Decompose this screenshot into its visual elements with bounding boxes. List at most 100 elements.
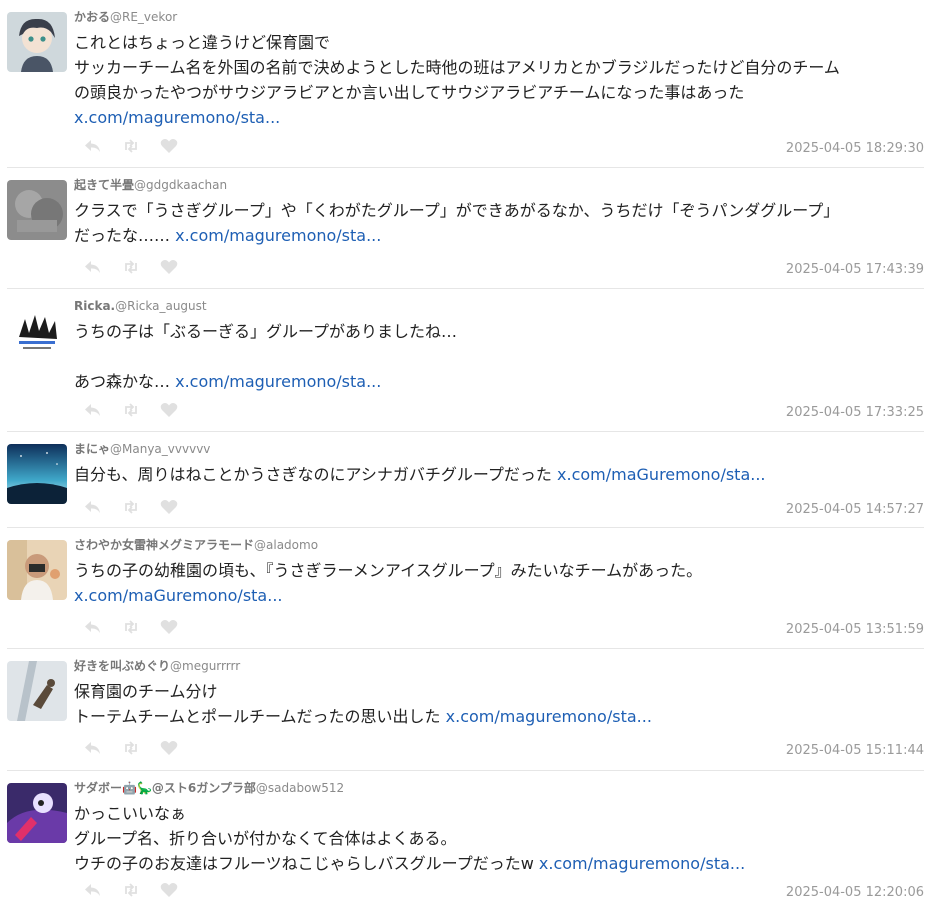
tweet-text-line: うちの子は「ぶるーぎる」グループがありましたね… (74, 322, 458, 341)
author-handle[interactable]: @Manya_vvvvvv (110, 442, 210, 456)
tweet-text-line: だったな…… (74, 226, 171, 245)
author-handle[interactable]: @megurrrrr (170, 659, 240, 673)
retweet-icon[interactable] (122, 499, 140, 515)
timestamp[interactable]: 2025-04-05 17:43:39 (786, 262, 924, 277)
tweet-header: 起きて半畳@gdgdkaachan (74, 177, 227, 193)
tweet-actions (84, 619, 178, 635)
heart-icon[interactable] (160, 499, 178, 515)
retweet-icon[interactable] (122, 740, 140, 756)
heart-icon[interactable] (160, 619, 178, 635)
tweet-actions (84, 499, 178, 515)
tweet-actions (84, 138, 178, 154)
tweet-item: 起きて半畳@gdgdkaachan クラスで「うさぎグループ」や「くわがたグルー… (7, 168, 924, 289)
avatar[interactable] (7, 12, 67, 72)
tweet-text-line: クラスで「うさぎグループ」や「くわがたグループ」ができあがるなか、うちだけ「ぞう… (74, 201, 840, 220)
tweet-text: うちの子は「ぶるーぎる」グループがありましたね… あつ森かな… x.com/ma… (74, 319, 924, 394)
author-handle[interactable]: @RE_vekor (110, 10, 177, 24)
timestamp[interactable]: 2025-04-05 17:33:25 (786, 405, 924, 420)
reply-icon[interactable] (84, 619, 102, 635)
tweet-text: 保育園のチーム分け トーテムチームとポールチームだったの思い出した x.com/… (74, 679, 924, 729)
avatar[interactable] (7, 783, 67, 843)
heart-icon[interactable] (160, 138, 178, 154)
tweet-text-line: かっこいいなぁ (74, 804, 187, 823)
tweet-text-line: 保育園のチーム分け (74, 682, 218, 701)
avatar[interactable] (7, 444, 67, 504)
author-name[interactable]: 好きを叫ぶめぐり (74, 659, 170, 673)
tweet-item: Ricka.@Ricka_august うちの子は「ぶるーぎる」グループがありま… (7, 289, 924, 432)
tweet-item: かおる@RE_vekor これとはちょっと違うけど保育園で サッカーチーム名を外… (7, 0, 924, 168)
reply-icon[interactable] (84, 402, 102, 418)
tweet-text-line: うちの子の幼稚園の頃も、『うさぎラーメンアイスグループ』みたいなチームがあった。 (74, 561, 703, 580)
author-handle[interactable]: @Ricka_august (115, 299, 207, 313)
tweet-link[interactable]: x.com/maguremono/sta... (539, 854, 745, 873)
avatar[interactable] (7, 180, 67, 240)
tweet-link[interactable]: x.com/maguremono/sta... (175, 372, 381, 391)
tweet-link[interactable]: x.com/maguremono/sta... (446, 707, 652, 726)
tweet-actions (84, 259, 178, 275)
tweet-text: うちの子の幼稚園の頃も、『うさぎラーメンアイスグループ』みたいなチームがあった。… (74, 558, 924, 608)
retweet-icon[interactable] (122, 619, 140, 635)
tweet-text-line: トーテムチームとポールチームだったの思い出した (74, 707, 441, 726)
retweet-icon[interactable] (122, 259, 140, 275)
reply-icon[interactable] (84, 138, 102, 154)
tweet-text-line: 自分も、周りはねことかうさぎなのにアシナガバチグループだった (74, 465, 552, 484)
tweet-link[interactable]: x.com/maguremono/sta... (175, 226, 381, 245)
tweet-header: サダボー🤖🦕@スト6ガンプラ部@sadabow512 (74, 780, 344, 796)
author-name[interactable]: Ricka. (74, 299, 115, 313)
avatar[interactable] (7, 540, 67, 600)
author-handle[interactable]: @gdgdkaachan (134, 178, 227, 192)
timestamp[interactable]: 2025-04-05 12:20:06 (786, 885, 924, 900)
tweet-header: Ricka.@Ricka_august (74, 298, 207, 314)
author-name[interactable]: かおる (74, 10, 110, 24)
tweet-text-line: の頭良かったやつがサウジアラビアとか言い出してサウジアラビアチームになった事はあ… (74, 83, 745, 102)
tweet-actions (84, 402, 178, 418)
author-handle[interactable]: @aladomo (254, 538, 318, 552)
retweet-icon[interactable] (122, 138, 140, 154)
tweet-text: これとはちょっと違うけど保育園で サッカーチーム名を外国の名前で決めようとした時… (74, 30, 924, 130)
timestamp[interactable]: 2025-04-05 14:57:27 (786, 502, 924, 517)
author-name[interactable]: さわやか女雷神メグミアラモード (74, 538, 254, 552)
retweet-icon[interactable] (122, 402, 140, 418)
author-name[interactable]: サダボー🤖🦕@スト6ガンプラ部 (74, 781, 256, 795)
tweet-text-line (74, 344, 924, 369)
heart-icon[interactable] (160, 740, 178, 756)
tweet-link[interactable]: x.com/maGuremono/sta... (557, 465, 765, 484)
retweet-icon[interactable] (122, 882, 140, 898)
tweet-link[interactable]: x.com/maGuremono/sta... (74, 586, 282, 605)
tweet-link[interactable]: x.com/maguremono/sta... (74, 108, 280, 127)
tweet-item: サダボー🤖🦕@スト6ガンプラ部@sadabow512 かっこいいなぁ グループ名… (7, 771, 924, 911)
tweet-actions (84, 882, 178, 898)
timestamp[interactable]: 2025-04-05 18:29:30 (786, 141, 924, 156)
tweet-header: まにゃ@Manya_vvvvvv (74, 441, 210, 457)
tweet-text: クラスで「うさぎグループ」や「くわがたグループ」ができあがるなか、うちだけ「ぞう… (74, 198, 924, 248)
tweet-text-line: あつ森かな… (74, 372, 171, 391)
tweet-text-line: ウチの子のお友達はフルーツねこじゃらしバスグループだったw (74, 854, 534, 873)
reply-icon[interactable] (84, 259, 102, 275)
heart-icon[interactable] (160, 882, 178, 898)
tweet-text: かっこいいなぁ グループ名、折り合いが付かなくて合体はよくある。 ウチの子のお友… (74, 801, 924, 876)
tweet-item: まにゃ@Manya_vvvvvv 自分も、周りはねことかうさぎなのにアシナガバチ… (7, 432, 924, 528)
reply-icon[interactable] (84, 740, 102, 756)
timestamp[interactable]: 2025-04-05 15:11:44 (786, 743, 924, 758)
tweet-text-line: グループ名、折り合いが付かなくて合体はよくある。 (74, 829, 457, 848)
heart-icon[interactable] (160, 259, 178, 275)
tweet-actions (84, 740, 178, 756)
tweet-item: さわやか女雷神メグミアラモード@aladomo うちの子の幼稚園の頃も、『うさぎ… (7, 528, 924, 649)
author-name[interactable]: 起きて半畳 (74, 178, 134, 192)
tweet-text: 自分も、周りはねことかうさぎなのにアシナガバチグループだった x.com/maG… (74, 462, 924, 487)
tweet-feed: かおる@RE_vekor これとはちょっと違うけど保育園で サッカーチーム名を外… (0, 0, 927, 911)
tweet-item: 好きを叫ぶめぐり@megurrrrr 保育園のチーム分け トーテムチームとポール… (7, 649, 924, 771)
reply-icon[interactable] (84, 499, 102, 515)
timestamp[interactable]: 2025-04-05 13:51:59 (786, 622, 924, 637)
author-name[interactable]: まにゃ (74, 442, 110, 456)
tweet-header: 好きを叫ぶめぐり@megurrrrr (74, 658, 240, 674)
avatar[interactable] (7, 661, 67, 721)
heart-icon[interactable] (160, 402, 178, 418)
tweet-header: かおる@RE_vekor (74, 9, 177, 25)
author-handle[interactable]: @sadabow512 (256, 781, 344, 795)
tweet-header: さわやか女雷神メグミアラモード@aladomo (74, 537, 318, 553)
reply-icon[interactable] (84, 882, 102, 898)
avatar[interactable] (7, 301, 67, 361)
tweet-text-line: これとはちょっと違うけど保育園で (74, 33, 331, 52)
tweet-text-line: サッカーチーム名を外国の名前で決めようとした時他の班はアメリカとかブラジルだった… (74, 58, 840, 77)
